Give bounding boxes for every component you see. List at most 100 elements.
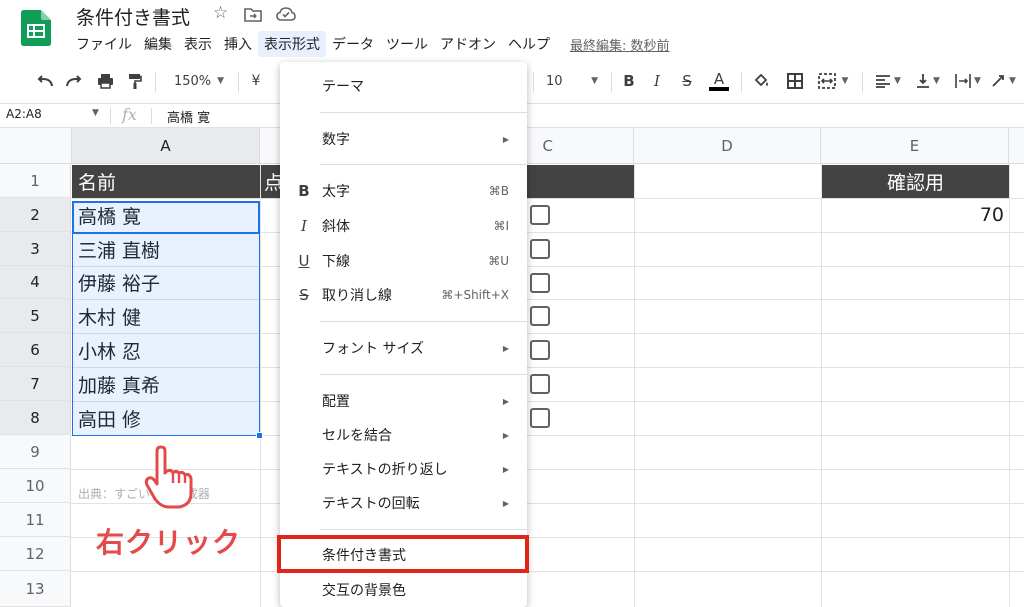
menu-item-label: テキストの折り返し bbox=[322, 462, 448, 478]
row-header-10[interactable]: 10 bbox=[0, 469, 71, 503]
formula-divider bbox=[151, 108, 152, 124]
menu-item-text-wrap[interactable]: テキストの折り返し ▶ bbox=[280, 452, 527, 486]
text-color-button[interactable]: A bbox=[707, 64, 731, 98]
print-icon[interactable] bbox=[92, 64, 118, 98]
checkbox-c3[interactable] bbox=[530, 239, 550, 259]
row-header-3[interactable]: 3 bbox=[0, 232, 71, 266]
menu-item-label: 斜体 bbox=[322, 219, 350, 235]
menu-divider bbox=[320, 321, 527, 322]
menu-item-alternating-colors[interactable]: 交互の背景色 bbox=[280, 573, 527, 607]
cell-a1[interactable]: 名前 bbox=[72, 165, 260, 198]
row-header-9[interactable]: 9 bbox=[0, 435, 71, 469]
menu-help[interactable]: ヘルプ bbox=[502, 31, 556, 57]
zoom-select[interactable]: 150% ▼ bbox=[168, 64, 230, 98]
text-wrap-icon[interactable]: ▼ bbox=[950, 64, 986, 98]
checkbox-c6[interactable] bbox=[530, 340, 550, 360]
format-menu-dropdown: テーマ 数字 ▶ B 太字 ⌘B I 斜体 ⌘I U 下線 ⌘U S 取り消し線… bbox=[280, 62, 527, 607]
document-title[interactable]: 条件付き書式 bbox=[76, 3, 190, 30]
column-header-e[interactable]: E bbox=[821, 127, 1009, 164]
cell-b1[interactable]: 点 bbox=[261, 165, 283, 198]
checkbox-c5[interactable] bbox=[530, 306, 550, 326]
chevron-down-icon: ▼ bbox=[591, 76, 598, 86]
menu-file[interactable]: ファイル bbox=[70, 31, 138, 57]
menu-divider bbox=[320, 164, 527, 165]
menu-format[interactable]: 表示形式 bbox=[258, 31, 326, 57]
checkbox-c4[interactable] bbox=[530, 273, 550, 293]
cloud-status-icon[interactable] bbox=[276, 7, 296, 21]
menu-item-label: テーマ bbox=[322, 79, 364, 95]
fill-color-icon[interactable] bbox=[750, 64, 774, 98]
row-header-7[interactable]: 7 bbox=[0, 367, 71, 401]
row-header-8[interactable]: 8 bbox=[0, 401, 71, 435]
star-icon[interactable]: ☆ bbox=[213, 5, 228, 22]
currency-format-button[interactable]: ¥ bbox=[246, 64, 266, 98]
row-header-11[interactable]: 11 bbox=[0, 503, 71, 537]
menu-addons[interactable]: アドオン bbox=[434, 31, 502, 57]
fill-handle[interactable] bbox=[256, 432, 263, 439]
borders-icon[interactable] bbox=[783, 64, 807, 98]
menu-item-font-size[interactable]: フォント サイズ ▶ bbox=[280, 331, 527, 365]
checkbox-c8[interactable] bbox=[530, 408, 550, 428]
menu-tools[interactable]: ツール bbox=[380, 31, 434, 57]
menu-item-text-rotation[interactable]: テキストの回転 ▶ bbox=[280, 486, 527, 520]
menu-item-merge-cells[interactable]: セルを結合 ▶ bbox=[280, 418, 527, 452]
bold-button[interactable]: B bbox=[618, 64, 640, 98]
toolbar-divider bbox=[862, 72, 863, 92]
menu-data[interactable]: データ bbox=[326, 31, 380, 57]
menu-edit[interactable]: 編集 bbox=[138, 31, 178, 57]
text-color-letter: A bbox=[713, 70, 725, 88]
move-folder-icon[interactable] bbox=[244, 6, 262, 22]
cell-c1[interactable] bbox=[527, 165, 634, 198]
horizontal-align-icon[interactable]: ▼ bbox=[870, 64, 906, 98]
last-edit-link[interactable]: 最終編集: 数秒前 bbox=[570, 35, 670, 54]
cell-e1[interactable]: 確認用 bbox=[822, 165, 1009, 198]
chevron-down-icon: ▼ bbox=[1009, 76, 1016, 86]
name-box[interactable]: A2:A8 bbox=[6, 107, 42, 121]
row-header-13[interactable]: 13 bbox=[0, 571, 71, 607]
font-size-select[interactable]: 10 ▼ bbox=[540, 64, 604, 98]
select-all-corner[interactable] bbox=[0, 127, 72, 164]
menu-item-underline[interactable]: U 下線 ⌘U bbox=[280, 244, 527, 278]
column-header-f[interactable] bbox=[1009, 127, 1024, 164]
column-header-a[interactable]: A bbox=[72, 127, 260, 164]
row-header-12[interactable]: 12 bbox=[0, 537, 71, 571]
italic-button[interactable]: I bbox=[646, 64, 668, 98]
text-rotation-icon[interactable]: ▼ bbox=[988, 64, 1018, 98]
menu-item-bold[interactable]: B 太字 ⌘B bbox=[280, 174, 527, 208]
row-header-1[interactable]: 1 bbox=[0, 164, 71, 198]
grid-line bbox=[71, 503, 1024, 504]
right-click-annotation: 右クリック bbox=[96, 526, 242, 559]
vertical-align-icon[interactable]: ▼ bbox=[910, 64, 946, 98]
shortcut-label: ⌘+Shift+X bbox=[441, 288, 509, 302]
chevron-down-icon[interactable]: ▼ bbox=[92, 108, 99, 118]
strikethrough-button[interactable]: S bbox=[676, 64, 698, 98]
row-header-5[interactable]: 5 bbox=[0, 299, 71, 333]
checkbox-c7[interactable] bbox=[530, 374, 550, 394]
merge-cells-icon[interactable]: ▼ bbox=[814, 64, 852, 98]
italic-icon: I bbox=[301, 217, 307, 235]
cell-e2[interactable]: 70 bbox=[822, 198, 1004, 232]
menu-item-align[interactable]: 配置 ▶ bbox=[280, 384, 527, 418]
font-size-value: 10 bbox=[546, 73, 563, 89]
row-header-6[interactable]: 6 bbox=[0, 333, 71, 367]
menu-insert[interactable]: 挿入 bbox=[218, 31, 258, 57]
undo-icon[interactable] bbox=[32, 64, 58, 98]
column-header-d[interactable]: D bbox=[634, 127, 821, 164]
redo-icon[interactable] bbox=[61, 64, 87, 98]
paint-format-icon[interactable] bbox=[122, 64, 148, 98]
formula-input[interactable]: 高橋 寛 bbox=[167, 107, 210, 126]
sheets-logo-icon[interactable] bbox=[21, 10, 51, 46]
menu-item-label: セルを結合 bbox=[322, 428, 392, 444]
menu-view[interactable]: 表示 bbox=[178, 31, 218, 57]
submenu-arrow-icon: ▶ bbox=[502, 134, 509, 144]
row-header-2[interactable]: 2 bbox=[0, 198, 71, 232]
menu-item-number[interactable]: 数字 ▶ bbox=[280, 122, 527, 156]
checkbox-c2[interactable] bbox=[530, 205, 550, 225]
row-header-4[interactable]: 4 bbox=[0, 266, 71, 299]
grid-line bbox=[71, 469, 1024, 470]
toolbar-divider bbox=[155, 72, 156, 92]
menu-item-italic[interactable]: I 斜体 ⌘I bbox=[280, 209, 527, 243]
menu-item-theme[interactable]: テーマ bbox=[280, 69, 527, 103]
menu-item-label: フォント サイズ bbox=[322, 341, 425, 357]
menu-item-strikethrough[interactable]: S 取り消し線 ⌘+Shift+X bbox=[280, 278, 527, 312]
